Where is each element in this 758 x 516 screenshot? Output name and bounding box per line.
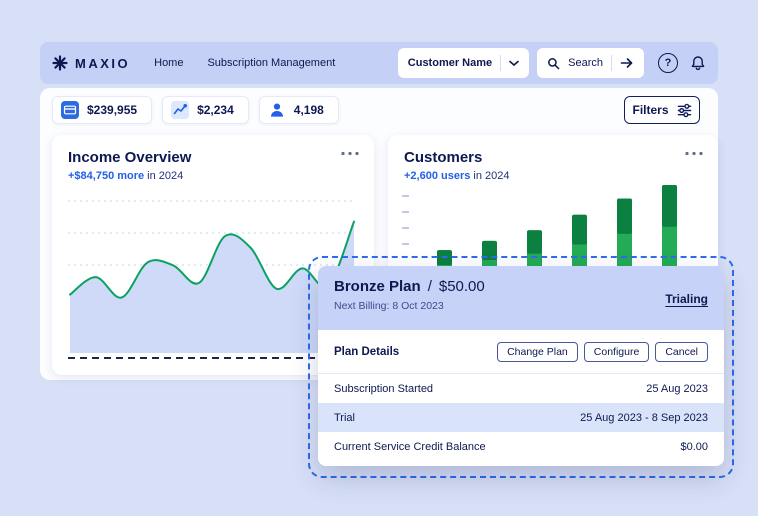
- customers-card-title: Customers: [404, 149, 483, 166]
- arrow-right-icon: [620, 57, 634, 69]
- question-mark-icon: ?: [664, 57, 672, 69]
- filters-button[interactable]: Filters: [624, 96, 700, 124]
- stats-row: $239,955 $2,234 4,198: [52, 96, 339, 124]
- row-value: 25 Aug 2023: [646, 382, 708, 395]
- help-button[interactable]: ?: [658, 53, 678, 73]
- row-value: $0.00: [680, 440, 708, 453]
- nav-item-subscription-management[interactable]: Subscription Management: [207, 57, 335, 69]
- configure-button[interactable]: Configure: [583, 341, 650, 362]
- income-card-title: Income Overview: [68, 149, 192, 166]
- trialing-status-link[interactable]: Trialing: [665, 292, 708, 306]
- customer-name-dropdown[interactable]: Customer Name: [397, 48, 530, 78]
- trend-line-icon: [171, 101, 190, 119]
- search-divider: [611, 55, 612, 71]
- stat-value: 4,198: [293, 103, 324, 117]
- plan-name: Bronze Plan: [334, 278, 421, 295]
- stat-chip-revenue: $239,955: [52, 96, 153, 124]
- sliders-icon: [677, 103, 692, 118]
- stat-chip-users: 4,198: [258, 96, 339, 124]
- dropdown-divider: [500, 55, 502, 71]
- row-label: Trial: [334, 411, 355, 424]
- income-suffix: in 2024: [147, 170, 184, 182]
- notifications-button[interactable]: [690, 55, 706, 72]
- income-chart: [68, 193, 358, 361]
- stat-chip-mrr: $2,234: [162, 96, 249, 124]
- income-card-menu-button[interactable]: [340, 151, 360, 156]
- maxio-logo-icon: [52, 55, 68, 71]
- stat-value: $2,234: [197, 103, 234, 117]
- customers-card-menu-button[interactable]: [684, 151, 704, 156]
- row-value: 25 Aug 2023 - 8 Sep 2023: [580, 411, 708, 424]
- chevron-down-icon: [509, 59, 519, 67]
- user-icon: [268, 101, 286, 119]
- subscription-plan-modal: Bronze Plan / $50.00 Next Billing: 8 Oct…: [318, 266, 724, 466]
- maxio-brand[interactable]: MAXIO: [52, 55, 130, 71]
- top-navbar: MAXIO Home Subscription Management Custo…: [40, 42, 718, 84]
- plan-action-buttons: Change Plan Configure Cancel: [497, 341, 708, 362]
- plan-title-line: Bronze Plan / $50.00: [334, 278, 708, 295]
- plan-details-label: Plan Details: [334, 345, 400, 358]
- change-plan-button[interactable]: Change Plan: [497, 341, 578, 362]
- filters-label: Filters: [632, 103, 669, 117]
- row-label: Current Service Credit Balance: [334, 440, 486, 453]
- subscription-started-row: Subscription Started 25 Aug 2023: [318, 374, 724, 403]
- cancel-button[interactable]: Cancel: [655, 341, 708, 362]
- plan-price: $50.00: [438, 278, 485, 295]
- search-button[interactable]: Search: [537, 48, 644, 78]
- credit-card-icon: [61, 101, 79, 119]
- ellipsis-icon: [684, 151, 704, 156]
- credit-balance-row: Current Service Credit Balance $0.00: [318, 432, 724, 461]
- row-label: Subscription Started: [334, 382, 434, 395]
- plan-details-row: Plan Details Change Plan Configure Cance…: [318, 330, 724, 374]
- search-label: Search: [568, 57, 603, 69]
- next-billing-text: Next Billing: 8 Oct 2023: [334, 300, 444, 312]
- income-card-subtitle: +$84,750 more in 2024: [68, 170, 358, 182]
- ellipsis-icon: [340, 151, 360, 156]
- brand-name: MAXIO: [75, 55, 131, 71]
- trial-row: Trial 25 Aug 2023 - 8 Sep 2023: [318, 403, 724, 432]
- income-highlight: +$84,750 more: [68, 170, 145, 182]
- bell-icon: [690, 55, 706, 72]
- plan-modal-header: Bronze Plan / $50.00 Next Billing: 8 Oct…: [318, 266, 724, 330]
- stat-value: $239,955: [87, 103, 138, 117]
- nav-item-home[interactable]: Home: [154, 57, 183, 69]
- search-icon: [547, 57, 560, 70]
- plan-price-separator: /: [427, 278, 432, 295]
- customer-dropdown-label: Customer Name: [407, 57, 493, 69]
